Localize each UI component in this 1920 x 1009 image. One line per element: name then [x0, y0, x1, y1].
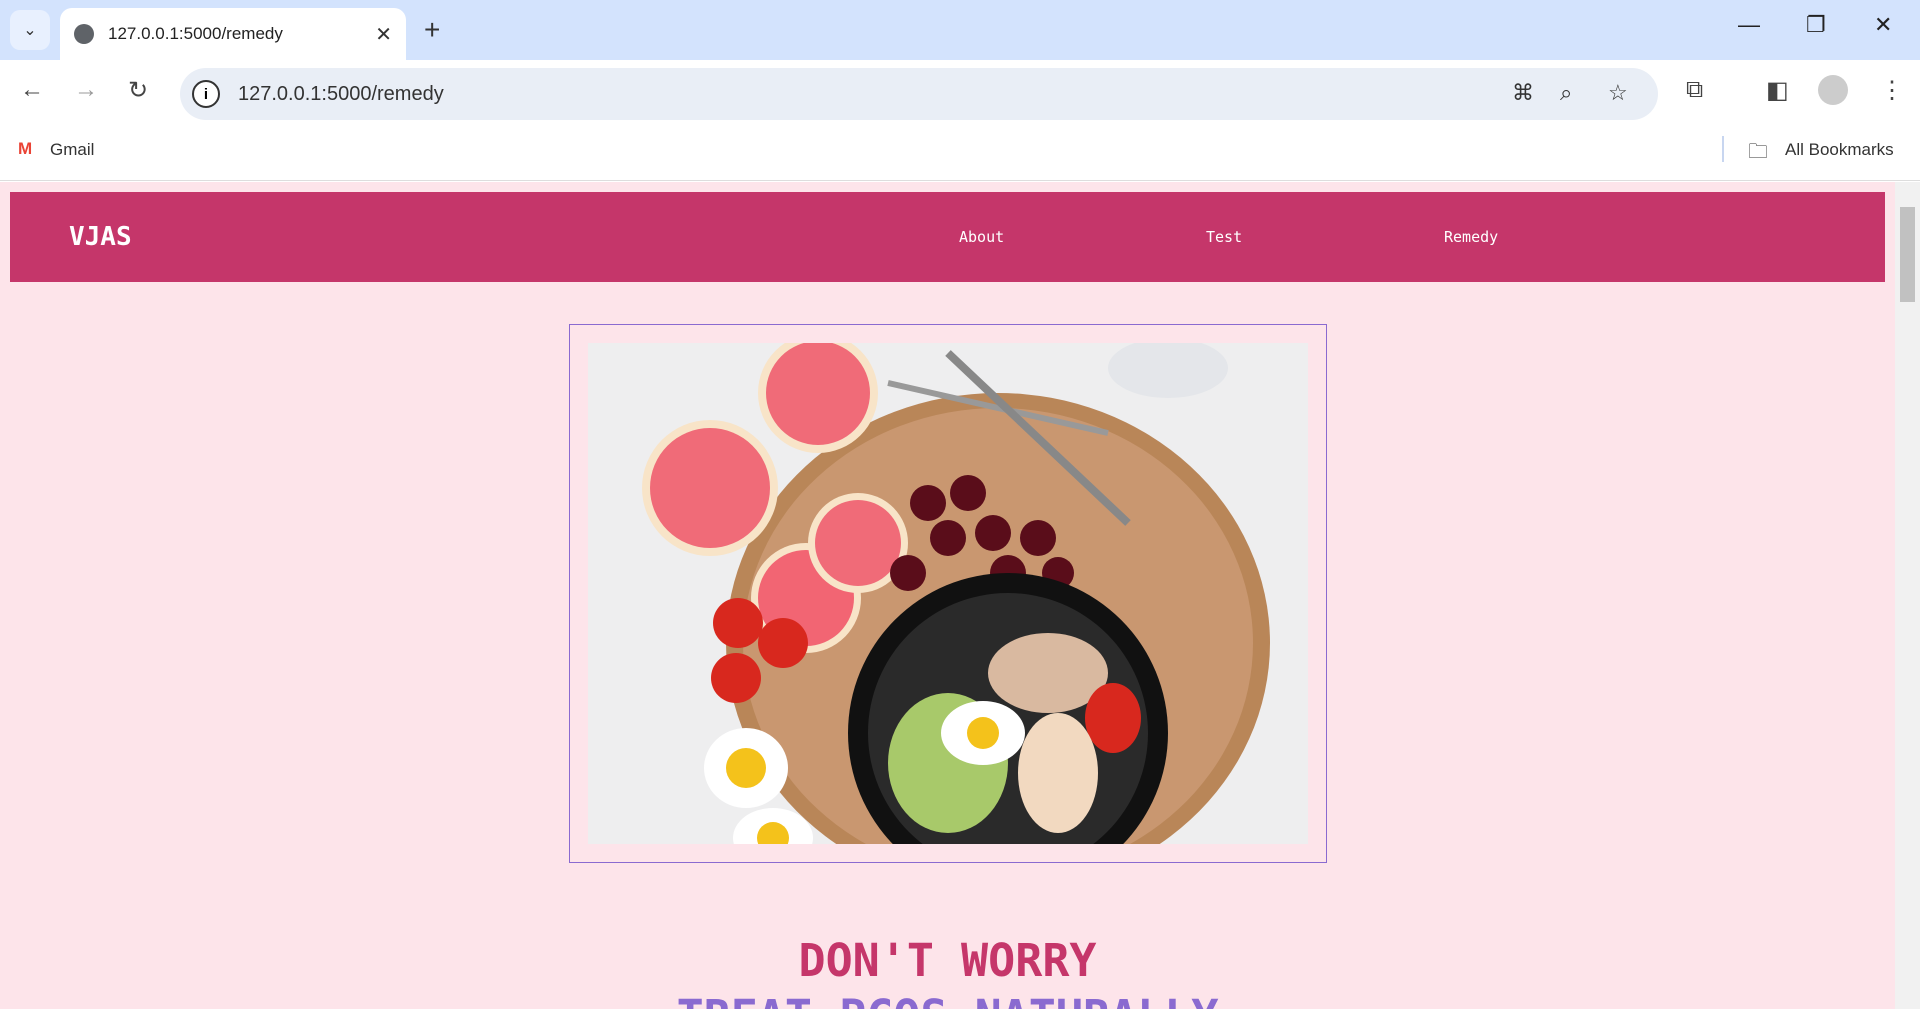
close-tab-icon[interactable]: ✕	[375, 22, 392, 47]
menu-icon[interactable]: ⋮	[1880, 76, 1904, 105]
new-tab-button[interactable]: +	[424, 14, 440, 46]
nav-remedy[interactable]: Remedy	[1444, 228, 1498, 246]
reload-icon[interactable]: ↻	[128, 76, 148, 105]
hero-heading: DON'T WORRY	[798, 934, 1097, 987]
browser-tab[interactable]: 127.0.0.1:5000/remedy ✕	[60, 8, 406, 60]
translate-icon[interactable]: ⌘	[1512, 80, 1534, 106]
web-page: VJAS About Test Remedy DON'T WORRY	[0, 182, 1895, 1009]
tab-title: 127.0.0.1:5000/remedy	[108, 24, 283, 43]
gmail-icon: M	[18, 139, 33, 158]
page-scrollbar[interactable]	[1895, 182, 1920, 1009]
zoom-icon[interactable]: ⌕	[1560, 80, 1572, 106]
brand-logo[interactable]: VJAS	[69, 222, 132, 252]
side-panel-icon[interactable]: ◧	[1766, 76, 1789, 105]
avatar[interactable]	[1818, 75, 1848, 105]
all-bookmarks[interactable]: All Bookmarks	[1785, 140, 1894, 160]
tab-strip: ⌄ 127.0.0.1:5000/remedy ✕ + — ❐ ✕	[0, 0, 1920, 60]
browser-toolbar: ← → ↻ i 127.0.0.1:5000/remedy ⌘ ⌕ ☆ ⧉ ◧ …	[0, 60, 1920, 120]
bookmarks-bar: M Gmail 🗀 All Bookmarks	[0, 120, 1920, 181]
address-bar[interactable]: i 127.0.0.1:5000/remedy ⌘ ⌕ ☆	[180, 68, 1658, 120]
forward-icon[interactable]: →	[74, 76, 98, 104]
folder-icon: 🗀	[1748, 141, 1768, 163]
minimize-button[interactable]: —	[1738, 12, 1760, 38]
extensions-icon[interactable]: ⧉	[1686, 76, 1703, 104]
url-text[interactable]: 127.0.0.1:5000/remedy	[238, 83, 444, 106]
hero-subheading: TREAT PCOS NATURALLY	[0, 990, 1895, 1009]
restore-button[interactable]: ❐	[1806, 12, 1826, 38]
nav-test[interactable]: Test	[1206, 228, 1242, 246]
divider	[1722, 136, 1724, 162]
close-window-button[interactable]: ✕	[1874, 12, 1892, 38]
globe-icon	[74, 24, 94, 44]
bookmark-gmail[interactable]: Gmail	[50, 140, 94, 160]
site-info-icon[interactable]: i	[192, 80, 220, 108]
tab-search-button[interactable]: ⌄	[10, 10, 50, 50]
nav-about[interactable]: About	[959, 228, 1004, 246]
healthy-food-image	[588, 343, 1308, 844]
bookmark-star-icon[interactable]: ☆	[1608, 80, 1628, 106]
scrollbar-thumb[interactable]	[1900, 207, 1915, 302]
site-navbar: VJAS About Test Remedy	[10, 192, 1885, 282]
hero-image-frame	[569, 324, 1327, 863]
back-icon[interactable]: ←	[20, 76, 44, 104]
